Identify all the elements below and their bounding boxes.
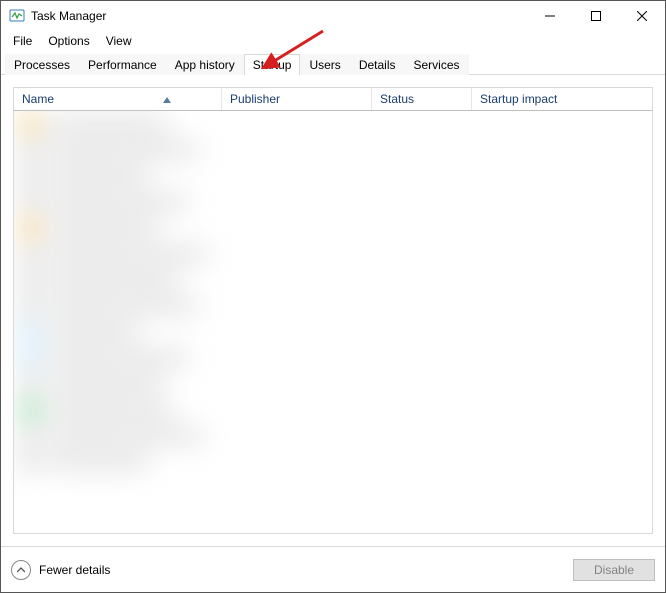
content-area: Name Publisher Status Startup impact (1, 75, 665, 546)
column-header-publisher-label: Publisher (230, 92, 280, 106)
minimize-button[interactable] (527, 1, 573, 31)
window-title: Task Manager (31, 9, 106, 23)
sort-ascending-icon (163, 92, 171, 106)
task-manager-window: Task Manager File Options View Processes… (0, 0, 666, 593)
menu-options[interactable]: Options (40, 32, 97, 50)
startup-list-body[interactable] (13, 111, 653, 534)
menubar: File Options View (1, 31, 665, 51)
column-header-startup-impact-label: Startup impact (480, 92, 557, 106)
tab-services[interactable]: Services (405, 54, 469, 75)
bottom-bar: Fewer details Disable (1, 546, 665, 592)
tab-app-history[interactable]: App history (166, 54, 244, 75)
menu-view[interactable]: View (98, 32, 140, 50)
tab-startup[interactable]: Startup (244, 54, 301, 75)
column-header-name[interactable]: Name (14, 88, 222, 110)
tab-processes[interactable]: Processes (5, 54, 79, 75)
column-header-startup-impact[interactable]: Startup impact (472, 88, 592, 110)
chevron-up-icon (11, 560, 31, 580)
tab-details[interactable]: Details (350, 54, 405, 75)
menu-file[interactable]: File (5, 32, 40, 50)
tab-row: Processes Performance App history Startu… (1, 53, 665, 75)
maximize-button[interactable] (573, 1, 619, 31)
column-header-publisher[interactable]: Publisher (222, 88, 372, 110)
tab-users[interactable]: Users (300, 54, 349, 75)
column-header-status-label: Status (380, 92, 414, 106)
task-manager-icon (9, 8, 25, 24)
blurred-content (14, 111, 652, 533)
column-header-status[interactable]: Status (372, 88, 472, 110)
column-header-name-label: Name (22, 92, 54, 106)
close-button[interactable] (619, 1, 665, 31)
column-header-row: Name Publisher Status Startup impact (13, 87, 653, 111)
fewer-details-toggle[interactable]: Fewer details (11, 560, 110, 580)
window-controls (527, 1, 665, 31)
fewer-details-label: Fewer details (39, 563, 110, 577)
tab-performance[interactable]: Performance (79, 54, 166, 75)
titlebar: Task Manager (1, 1, 665, 31)
disable-button[interactable]: Disable (573, 559, 655, 581)
